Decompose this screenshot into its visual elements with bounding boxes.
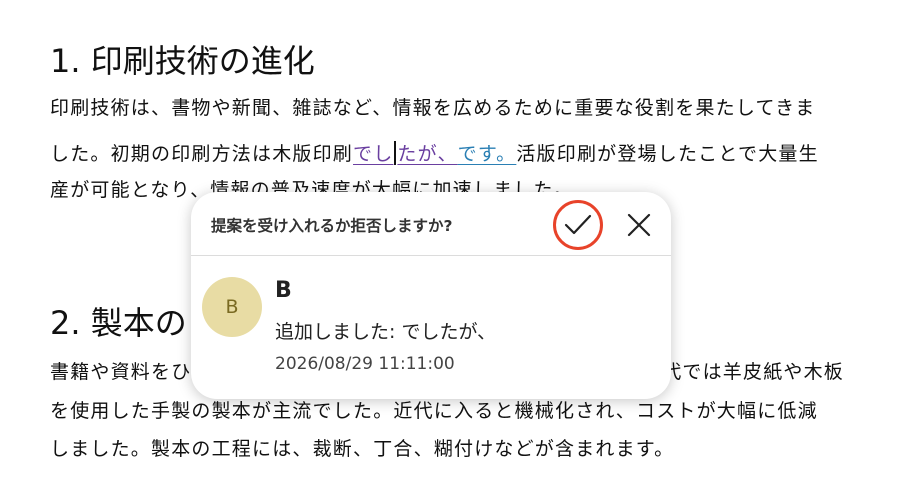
paragraph1-line: した。初期の印刷方法は木版印刷でし たが、です。活版印刷が登場したことで大量生: [50, 141, 819, 166]
reject-button[interactable]: [621, 207, 657, 243]
check-icon: [564, 214, 592, 235]
text-run: 活版印刷が登場したことで大量生: [516, 143, 819, 165]
paragraph2-line: しました。製本の工程には、裁断、丁合、糊付けなどが含まれます。: [50, 438, 675, 460]
avatar: B: [202, 277, 262, 337]
suggested-insertion[interactable]: でし たが、: [353, 141, 458, 165]
paragraph2-line: 書籍や資料をひ: [50, 361, 192, 383]
insertion-text: でし: [353, 143, 394, 165]
paragraph2-line: を使用した手製の製本が主流でした。近代に入ると機械化され、コストが大幅に低減: [50, 400, 818, 422]
section2-heading: 2. 製本の: [50, 304, 187, 342]
suggested-insertion[interactable]: です。: [458, 143, 517, 165]
popup-header: 提案を受け入れるか拒否しますか?: [191, 192, 671, 256]
paragraph2-line: 古代では羊皮紙や木板: [642, 361, 845, 383]
change-description: 追加しました: でしたが、: [275, 321, 497, 343]
author-name: B: [275, 278, 292, 303]
popup-prompt: 提案を受け入れるか拒否しますか?: [211, 217, 453, 235]
accept-button[interactable]: [553, 200, 603, 250]
text-run: した。初期の印刷方法は木版印刷: [50, 143, 354, 165]
insertion-text: たが、: [397, 143, 458, 165]
paragraph1-line: 印刷技術は、書物や新聞、雑誌など、情報を広めるために重要な役割を果たしてきま: [50, 97, 816, 119]
section1-heading: 1. 印刷技術の進化: [50, 42, 315, 80]
close-icon: [627, 213, 651, 237]
suggestion-popup: 提案を受け入れるか拒否しますか? B B 追加しました: でしたが、 2026/…: [191, 192, 671, 399]
timestamp: 2026/08/29 11:11:00: [275, 354, 455, 374]
